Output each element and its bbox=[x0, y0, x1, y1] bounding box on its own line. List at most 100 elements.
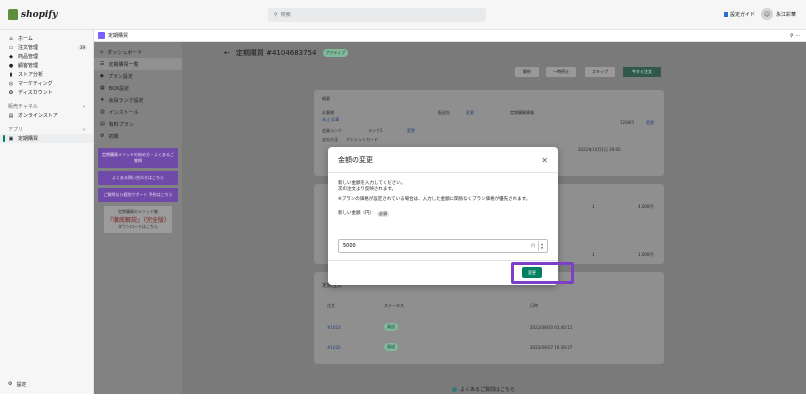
app-nav-plans[interactable]: ◆ プラン設定 bbox=[94, 70, 182, 82]
app-nav-subscriptions[interactable]: ☰ 定期購買一覧 bbox=[94, 58, 182, 70]
orders-count-badge: 39 bbox=[77, 45, 87, 50]
logo-text: shopify bbox=[21, 9, 58, 20]
table-cell: 1,000円 bbox=[638, 252, 654, 257]
app-title: 定期購買 bbox=[108, 33, 129, 39]
more-icon[interactable]: ⚲ ··· bbox=[790, 33, 800, 39]
promo-book[interactable]: 定期購買のメソッド集 『徹底解説』（完全版） ダウンロードはこちら bbox=[104, 206, 172, 233]
history-row-date: 2022/09/27 16:39:27 bbox=[530, 345, 573, 350]
user-name: 永江彩華 bbox=[775, 11, 796, 18]
top-right-area: 設定ガイド ☺ 永江彩華 bbox=[723, 8, 796, 20]
table-cell: 1 bbox=[592, 252, 595, 257]
payment-value: クレジットカード bbox=[346, 137, 378, 142]
settings-link[interactable]: ⚙ 設定 bbox=[8, 381, 27, 388]
sidebar-item-analytics[interactable]: ▮ ストア分析 bbox=[0, 70, 93, 79]
number-stepper[interactable]: ▲ ▼ bbox=[538, 241, 545, 251]
skip-button[interactable]: スキップ bbox=[584, 66, 616, 78]
search-icon: ⚲ bbox=[274, 12, 278, 18]
tag-icon: ◆ bbox=[100, 73, 104, 79]
avatar: ☺ bbox=[760, 8, 773, 20]
admin-sidebar: ⌂ ホーム ▭ 注文管理 39 ◆ 商品管理 ● 顧客管理 ▮ ストア分析 ◎ マーケティング… bbox=[0, 30, 94, 394]
table-cell: 1 bbox=[592, 204, 595, 209]
orders-icon: ▭ bbox=[8, 44, 14, 51]
chevron-right-icon: › bbox=[83, 103, 85, 110]
help-link[interactable]: よくあるご質問はこちら bbox=[452, 386, 515, 393]
app-nav-dashboard[interactable]: ⌂ ダッシュボード bbox=[94, 46, 182, 58]
rank-edit-link[interactable]: 変更 bbox=[407, 128, 415, 134]
sidebar-item-subscription-app[interactable]: ▣ 定期購買 bbox=[0, 134, 93, 143]
sidebar-item-discounts[interactable]: ✪ ディスカウント bbox=[0, 88, 93, 97]
modal-description: 次の注文より反映されます。 bbox=[338, 187, 396, 192]
shipping-label: 配送先 bbox=[438, 110, 450, 115]
page-title: ← 定期購買 #4104683754 アクティブ bbox=[224, 48, 349, 58]
sidebar-item-products[interactable]: ◆ 商品管理 bbox=[0, 52, 93, 61]
shopify-bag-icon bbox=[8, 9, 18, 20]
next-info-label: 定期購買情報 bbox=[510, 110, 534, 115]
store-icon: ▤ bbox=[8, 112, 14, 119]
chevron-down-icon[interactable]: ▼ bbox=[541, 246, 543, 250]
person-icon: ● bbox=[8, 62, 14, 69]
amount-input[interactable] bbox=[343, 243, 523, 249]
cancel-subscription-button[interactable]: 解約 bbox=[514, 66, 540, 78]
order-now-button[interactable]: 今すぐ注文 bbox=[622, 66, 662, 78]
tag-icon: ◆ bbox=[9, 53, 13, 60]
home-icon: ⌂ bbox=[100, 49, 104, 55]
chevron-right-icon: › bbox=[83, 126, 85, 133]
app-logo-icon bbox=[98, 32, 105, 39]
install-icon: ▥ bbox=[100, 109, 105, 115]
table-cell: 4,000円 bbox=[638, 204, 654, 209]
sidebar-item-home[interactable]: ⌂ ホーム bbox=[0, 34, 93, 43]
bar-chart-icon: ▮ bbox=[9, 71, 13, 78]
shipping-edit-link[interactable]: 変更 bbox=[466, 110, 474, 116]
customer-label: お客様 bbox=[322, 110, 334, 115]
next-date-value: 2022年10月1日 19:00 bbox=[578, 147, 621, 152]
target-icon: ◎ bbox=[8, 80, 14, 87]
user-menu[interactable]: ☺ 永江彩華 bbox=[760, 8, 796, 20]
modal-body: 新しい金額を入力してください。 次の注文より反映されます。 ※プランの価格が設定… bbox=[328, 173, 558, 225]
sidebar-item-online-store[interactable]: ▤ オンラインストア bbox=[0, 111, 93, 120]
app-nav: ⌂ ダッシュボード ☰ 定期購買一覧 ◆ プラン設定 ▦ BOX設定 ★ 会員ランク設定 … bbox=[94, 42, 182, 394]
discount-icon: ✪ bbox=[8, 89, 14, 96]
customer-name-link[interactable]: 永江 彩華 bbox=[322, 117, 339, 123]
sales-channel-heading[interactable]: 販売チャネル › bbox=[0, 102, 93, 111]
history-header-order: 注文 bbox=[327, 303, 335, 308]
app-nav-box[interactable]: ▦ BOX設定 bbox=[94, 82, 182, 94]
modal-header: 金額の変更 ✕ bbox=[328, 147, 558, 173]
shopify-logo[interactable]: shopify bbox=[8, 9, 57, 20]
amount-value: 1200円 bbox=[620, 120, 635, 125]
promo-guide[interactable]: 定期購買メソッドの始め方・よくあるご質問 bbox=[98, 148, 178, 168]
back-arrow-icon[interactable]: ← bbox=[224, 49, 230, 57]
sidebar-item-customers[interactable]: ● 顧客管理 bbox=[0, 61, 93, 70]
app-header: 定期購買 ⚲ ··· bbox=[94, 30, 806, 42]
pause-button[interactable]: 一時停止 bbox=[545, 66, 577, 78]
history-header-status: ステータス bbox=[384, 303, 404, 308]
app-nav-paid-plan[interactable]: ▤ 有料プラン bbox=[94, 118, 182, 130]
box-icon: ▦ bbox=[100, 85, 105, 91]
history-row-order-link[interactable]: #1023 bbox=[327, 325, 341, 330]
promo-support[interactable]: ご質問なら個別サポート 予約はこちら bbox=[98, 188, 178, 202]
history-row-order-link[interactable]: #1020 bbox=[327, 345, 341, 350]
app-icon: ▣ bbox=[8, 135, 14, 142]
apps-heading[interactable]: アプリ › bbox=[0, 125, 93, 134]
search-bar[interactable]: ⚲ bbox=[268, 8, 486, 22]
gear-icon: ⚙ bbox=[8, 381, 13, 387]
highlight-box bbox=[511, 262, 574, 284]
history-card bbox=[314, 272, 664, 364]
bottom-strip bbox=[0, 394, 806, 409]
app-nav-install[interactable]: ▥ インストール bbox=[94, 106, 182, 118]
amount-field[interactable]: 円 ▲▼ bbox=[338, 239, 548, 253]
amount-edit-link[interactable]: 変更 bbox=[646, 120, 654, 126]
promo-faq[interactable]: よくある問い合わせはこちら bbox=[98, 171, 178, 185]
member-rank-label: 会員ランク bbox=[322, 128, 342, 133]
sidebar-item-marketing[interactable]: ◎ マーケティング bbox=[0, 79, 93, 88]
setup-guide-link[interactable]: 設定ガイド bbox=[723, 11, 755, 18]
payment-label: 支払方法 bbox=[322, 137, 338, 142]
required-tag: 必須 bbox=[377, 211, 389, 217]
close-icon[interactable]: ✕ bbox=[541, 156, 548, 165]
app-nav-initial[interactable]: ⚙ 初期 bbox=[94, 130, 182, 142]
sidebar-item-orders[interactable]: ▭ 注文管理 39 bbox=[0, 43, 93, 52]
list-icon: ☰ bbox=[100, 61, 105, 67]
search-input[interactable] bbox=[280, 12, 461, 18]
help-icon bbox=[452, 387, 457, 392]
app-nav-rank[interactable]: ★ 会員ランク設定 bbox=[94, 94, 182, 106]
history-row-status: 発送 bbox=[384, 323, 398, 331]
